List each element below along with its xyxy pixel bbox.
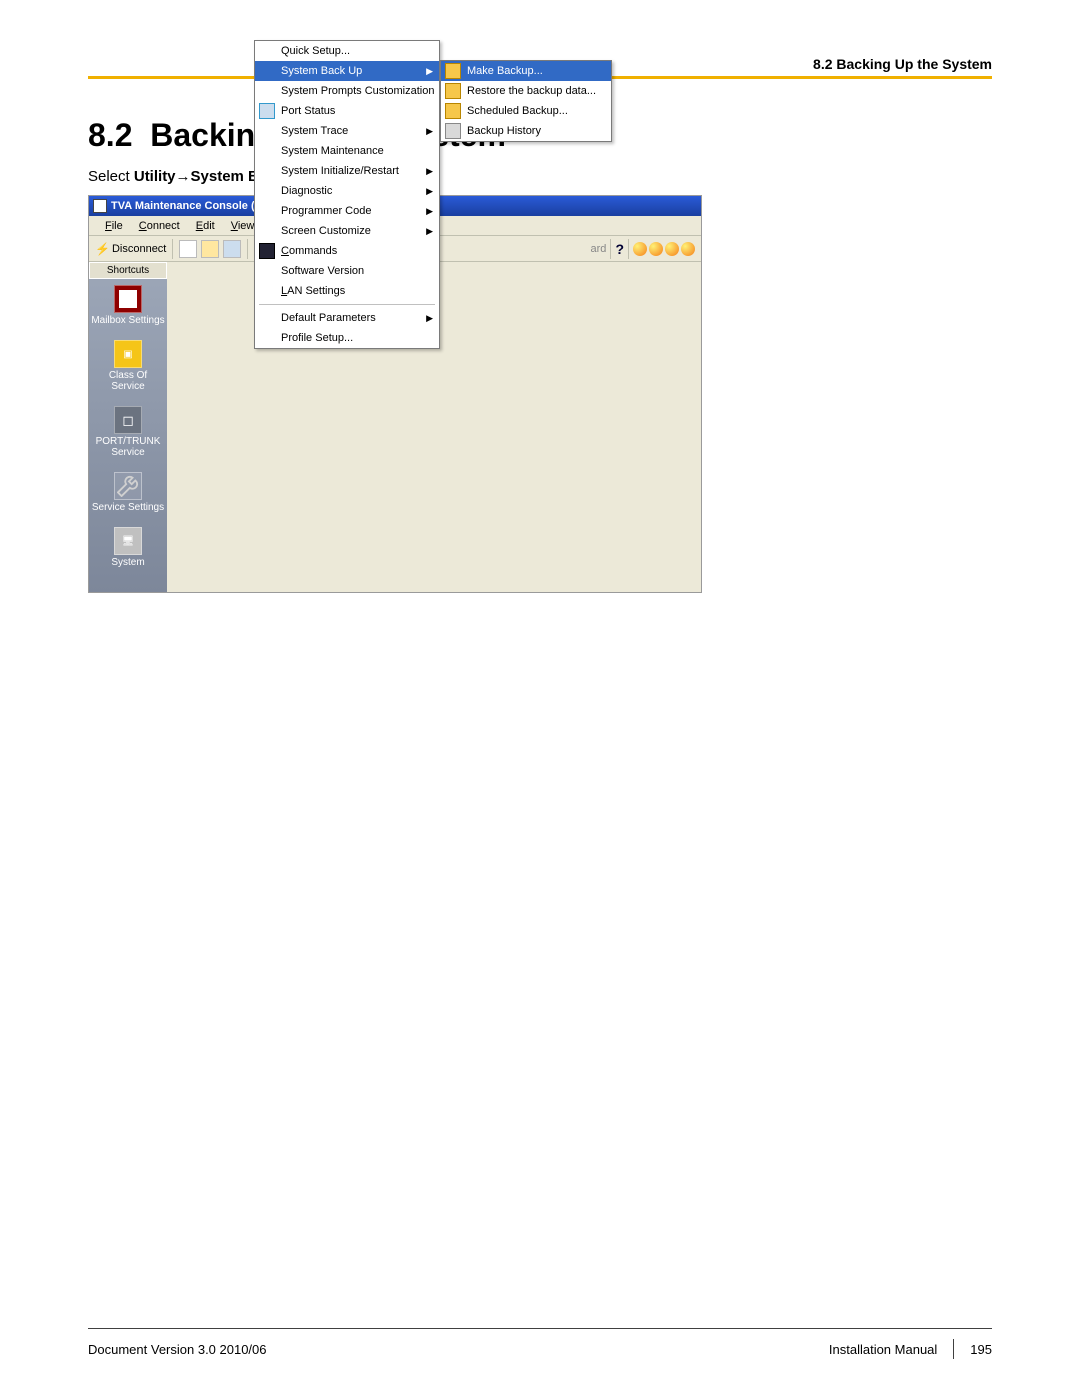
submenu-arrow-icon: ▶ xyxy=(426,206,433,217)
status-ball-3[interactable] xyxy=(665,242,679,256)
submenu-arrow-icon: ▶ xyxy=(426,186,433,197)
utility-menu-dropdown: Quick Setup... System Back Up ▶ System P… xyxy=(254,40,440,349)
menu-profile-setup[interactable]: Profile Setup... xyxy=(255,328,439,348)
disconnect-label: Disconnect xyxy=(112,243,166,255)
submenu-scheduled-backup[interactable]: Scheduled Backup... xyxy=(441,101,611,121)
footer-divider xyxy=(953,1339,954,1359)
footer-page-number: 195 xyxy=(970,1342,992,1357)
submenu-arrow-icon: ▶ xyxy=(426,226,433,237)
blank-icon xyxy=(259,203,275,219)
blank-icon xyxy=(259,163,275,179)
menu-initialize-restart[interactable]: System Initialize/Restart ▶ xyxy=(255,161,439,181)
blank-icon xyxy=(259,283,275,299)
new-icon[interactable] xyxy=(179,240,197,258)
mailbox-icon xyxy=(114,285,142,313)
sidebar-label: Mailbox Settings xyxy=(91,315,165,326)
page-footer: Document Version 3.0 2010/06 Installatio… xyxy=(88,1328,992,1359)
help-icon[interactable]: ? xyxy=(615,241,624,257)
blank-icon xyxy=(259,223,275,239)
system-icon: 🖥 xyxy=(114,527,142,555)
status-ball-4[interactable] xyxy=(681,242,695,256)
sidebar-label: Service Settings xyxy=(91,502,165,513)
menu-default-parameters[interactable]: Default Parameters ▶ xyxy=(255,308,439,328)
sidebar-header: Shortcuts xyxy=(89,262,167,279)
header-right-text: 8.2 Backing Up the System xyxy=(813,56,992,72)
status-ball-1[interactable] xyxy=(633,242,647,256)
status-ball-2[interactable] xyxy=(649,242,663,256)
commands-icon xyxy=(259,243,275,259)
blank-icon xyxy=(259,63,275,79)
wrench-icon xyxy=(114,472,142,500)
plug-icon: ⚡ xyxy=(95,242,110,256)
blank-icon xyxy=(259,43,275,59)
sidebar-item-system[interactable]: 🖥 System xyxy=(89,521,167,576)
sidebar-label: System xyxy=(91,557,165,568)
backup-submenu: Make Backup... Restore the backup data..… xyxy=(440,60,612,142)
submenu-arrow-icon: ▶ xyxy=(426,66,433,77)
submenu-arrow-icon: ▶ xyxy=(426,126,433,137)
submenu-arrow-icon: ▶ xyxy=(426,166,433,177)
port-status-icon xyxy=(259,103,275,119)
folder-icon xyxy=(445,83,461,99)
sidebar-item-cos[interactable]: ▣ Class Of Service xyxy=(89,334,167,400)
toolbar-right-cluster: ard ? xyxy=(591,239,695,259)
disconnect-button[interactable]: ⚡ Disconnect xyxy=(95,242,166,256)
menu-commands[interactable]: Commands xyxy=(255,241,439,261)
toolbar-separator xyxy=(172,239,173,259)
sidebar-label: Class Of Service xyxy=(91,370,165,392)
sidebar-item-service[interactable]: Service Settings xyxy=(89,466,167,521)
menu-software-version[interactable]: Software Version xyxy=(255,261,439,281)
menubar-connect[interactable]: Connect xyxy=(131,218,188,234)
sidebar-item-port[interactable]: ◻ PORT/TRUNK Service xyxy=(89,400,167,466)
section-number: 8.2 xyxy=(88,117,132,153)
instruction-line: Select Utility→System Back Up→Make Backu… xyxy=(88,168,992,185)
menu-programmer-code[interactable]: Programmer Code ▶ xyxy=(255,201,439,221)
blank-icon xyxy=(259,183,275,199)
menubar-file[interactable]: File xyxy=(97,218,131,234)
menu-system-backup[interactable]: System Back Up ▶ xyxy=(255,61,439,81)
blank-icon xyxy=(259,83,275,99)
folder-icon xyxy=(445,63,461,79)
sidebar-label: PORT/TRUNK Service xyxy=(91,436,165,458)
menubar-edit[interactable]: Edit xyxy=(188,218,223,234)
sidebar-item-mailbox[interactable]: Mailbox Settings xyxy=(89,279,167,334)
menu-prompts-customization[interactable]: System Prompts Customization xyxy=(255,81,439,101)
menu-lan-settings[interactable]: LAN Settings xyxy=(255,281,439,301)
submenu-restore-backup[interactable]: Restore the backup data... xyxy=(441,81,611,101)
peek-text: ard xyxy=(591,243,607,255)
submenu-make-backup[interactable]: Make Backup... xyxy=(441,61,611,81)
menu-port-status[interactable]: Port Status xyxy=(255,101,439,121)
menu-diagnostic[interactable]: Diagnostic ▶ xyxy=(255,181,439,201)
menu-quick-setup[interactable]: Quick Setup... xyxy=(255,41,439,61)
blank-icon xyxy=(259,330,275,346)
open-icon[interactable] xyxy=(201,240,219,258)
blank-icon xyxy=(259,263,275,279)
save-icon[interactable] xyxy=(223,240,241,258)
cos-icon: ▣ xyxy=(114,340,142,368)
submenu-backup-history[interactable]: Backup History xyxy=(441,121,611,141)
sidebar: Shortcuts Mailbox Settings ▣ Class Of Se… xyxy=(89,262,167,592)
menu-screen-customize[interactable]: Screen Customize ▶ xyxy=(255,221,439,241)
folder-icon xyxy=(445,103,461,119)
app-screenshot: TVA Maintenance Console (Ver. 2.0 Mode) … xyxy=(88,195,702,593)
menu-system-maintenance[interactable]: System Maintenance xyxy=(255,141,439,161)
menu-separator xyxy=(259,304,435,305)
menu-system-trace[interactable]: System Trace ▶ xyxy=(255,121,439,141)
blank-icon xyxy=(259,123,275,139)
toolbar-separator-2 xyxy=(247,239,248,259)
port-icon: ◻ xyxy=(114,406,142,434)
submenu-arrow-icon: ▶ xyxy=(426,313,433,324)
app-icon xyxy=(93,199,107,213)
footer-manual-label: Installation Manual xyxy=(829,1342,937,1357)
blank-icon xyxy=(259,143,275,159)
history-icon xyxy=(445,123,461,139)
blank-icon xyxy=(259,310,275,326)
footer-left: Document Version 3.0 2010/06 xyxy=(88,1342,267,1357)
